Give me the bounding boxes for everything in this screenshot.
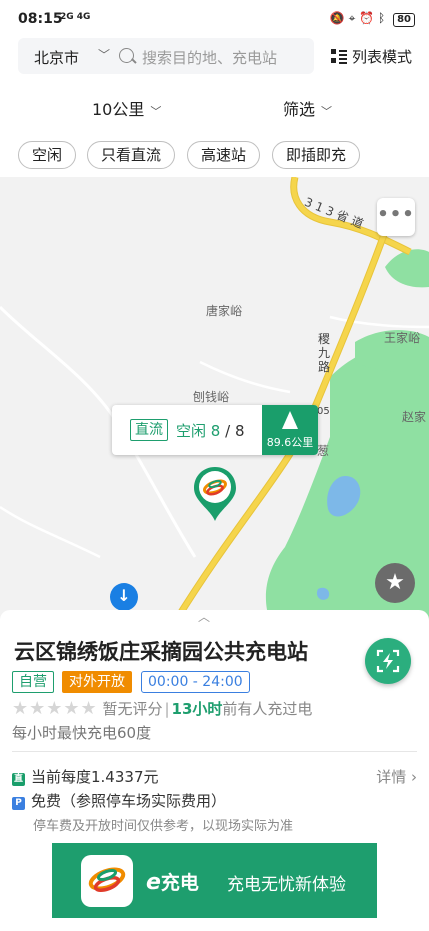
scan-charge-button[interactable]	[365, 638, 411, 684]
mute-icon: 🔕	[329, 11, 345, 25]
rating-text: 暂无评分	[102, 700, 163, 718]
badge-hours: 00:00 - 24:00	[141, 671, 250, 693]
distance-dropdown[interactable]: 10公里 ﹀	[92, 96, 161, 120]
map-view[interactable]: 3 1 3 省 道 唐家峪 王家峪 刨钱峪 赵家 稷九路 05 葱 ••• 直流…	[0, 177, 429, 622]
navigation-arrow-icon	[282, 411, 298, 429]
search-row: 北京市 ﹀ 搜索目的地、充电站 列表模式	[0, 38, 429, 78]
dc-tag: 直流	[130, 419, 168, 441]
dc-price-icon: 直	[12, 773, 25, 786]
star-icon: ★	[385, 570, 405, 595]
more-options-button[interactable]: •••	[377, 198, 415, 236]
status-bar: 08:15 2G 4G 🔕 ⌖ ⏰ ᛒ 80	[0, 0, 429, 38]
parking-text: 免费（参照停车场实际费用）	[31, 792, 227, 810]
parking-note: 停车费及开放时间仅供参考，以现场实际为准	[33, 819, 294, 834]
chip-plug-and-charge[interactable]: 即插即充	[272, 141, 361, 169]
map-label-baoqianyu: 刨钱峪	[193, 390, 230, 404]
max-charge-speed: 每小时最快充电60度	[12, 724, 152, 742]
filter-label: 筛选	[283, 100, 316, 119]
idle-count: 空闲 8 / 8	[176, 420, 245, 441]
favorite-button[interactable]: ★	[375, 563, 415, 603]
recent-charge-text: 前有人充过电	[222, 700, 313, 718]
available-count: 8	[210, 422, 221, 440]
list-mode-label: 列表模式	[352, 48, 413, 66]
card-divider	[12, 751, 417, 752]
chip-idle[interactable]: 空闲	[18, 141, 77, 169]
map-label-05: 05	[317, 406, 330, 417]
distance-value: 89.6公里	[266, 436, 314, 449]
status-time: 08:15	[18, 11, 63, 27]
idle-label: 空闲	[176, 422, 207, 440]
price-text: 当前每度1.4337元	[31, 768, 159, 786]
filter-dropdown[interactable]: 筛选 ﹀	[283, 96, 332, 120]
e-logo-icon: e	[146, 870, 161, 895]
parking-icon: P	[12, 797, 25, 810]
list-icon	[331, 49, 347, 64]
bluetooth-icon: ᛒ	[378, 11, 386, 25]
map-label-tangjiayu: 唐家峪	[206, 304, 243, 318]
parking-row: P 免费（参照停车场实际费用）	[12, 790, 226, 811]
drag-handle-icon[interactable]: ︿	[198, 608, 210, 625]
map-label-zhaojia: 赵家	[402, 410, 427, 424]
distance-label: 10公里	[92, 100, 145, 119]
city-selector[interactable]: 北京市	[34, 47, 79, 68]
chevron-down-icon: ﹀	[98, 48, 111, 62]
alarm-icon: ⏰	[359, 11, 375, 25]
detail-link[interactable]: 详情 ›	[376, 766, 417, 787]
app-logo	[81, 855, 133, 907]
detail-label: 详情	[376, 768, 407, 786]
promo-banner[interactable]: e充电 充电无忧新体验	[52, 843, 377, 918]
signal-indicator: 2G 4G	[60, 12, 91, 22]
battery-indicator: 80	[393, 13, 415, 27]
badge-public: 对外开放	[62, 671, 132, 693]
navigate-button[interactable]: 89.6公里	[262, 405, 318, 455]
station-popup[interactable]: 直流 空闲 8 / 8 89.6公里	[112, 405, 318, 455]
banner-brand: e充电	[146, 868, 199, 895]
map-label-wangjiayu: 王家峪	[384, 331, 421, 345]
chevron-right-icon: ›	[411, 768, 417, 786]
map-label-jiuyu-road: 稷九路	[318, 332, 331, 374]
filter-row: 10公里 ﹀ 筛选 ﹀	[0, 88, 429, 126]
banner-slogan: 充电无忧新体验	[227, 875, 346, 895]
search-icon	[119, 48, 134, 63]
chevron-down-icon: ﹀	[321, 105, 333, 118]
list-mode-button[interactable]: 列表模式	[331, 46, 412, 67]
search-bar[interactable]: 北京市 ﹀ 搜索目的地、充电站	[18, 38, 314, 74]
total-count: / 8	[225, 422, 245, 440]
more-icon: •••	[377, 204, 415, 225]
station-pin[interactable]	[192, 465, 238, 523]
price-row[interactable]: 直当前每度1.4337元 详情 ›	[12, 766, 417, 788]
chevron-down-icon: ﹀	[150, 105, 162, 118]
rating-stars-icon: ★★★★★	[12, 698, 98, 719]
station-name: 云区锦绣饭庄采摘园公共充电站	[14, 640, 308, 664]
recent-hours: 13小时	[171, 700, 223, 718]
status-right: 🔕 ⌖ ⏰ ᛒ 80	[330, 11, 415, 27]
my-location-button[interactable]: ↓	[110, 583, 138, 611]
search-input[interactable]: 搜索目的地、充电站	[142, 47, 277, 68]
badge-self-operated: 自营	[12, 671, 54, 693]
rating-row: ★★★★★ 暂无评分 | 13小时前有人充过电	[12, 698, 312, 720]
scan-charge-icon	[376, 649, 400, 673]
location-icon: ⌖	[348, 11, 356, 25]
banner-brand-text: 充电	[160, 872, 199, 894]
down-arrow-icon: ↓	[117, 586, 131, 605]
map-label-cong: 葱	[317, 444, 330, 458]
chip-highway[interactable]: 高速站	[187, 141, 261, 169]
chip-dc-only[interactable]: 只看直流	[87, 141, 176, 169]
divider: |	[164, 700, 170, 718]
